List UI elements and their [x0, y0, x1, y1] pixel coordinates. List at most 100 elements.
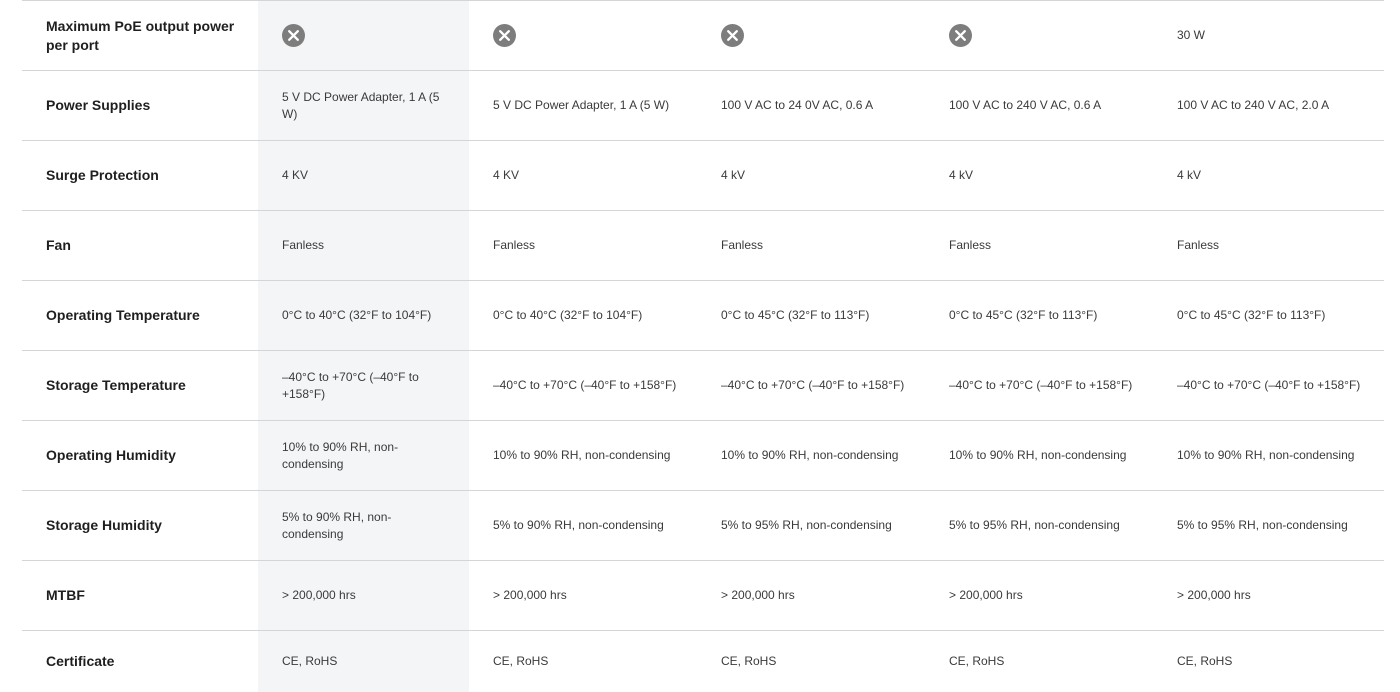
table-cell — [469, 1, 697, 70]
table-cell: 4 KV — [469, 141, 697, 210]
table-cell: 100 V AC to 240 V AC, 2.0 A — [1153, 71, 1384, 140]
cell-text: –40°C to +70°C (–40°F to +158°F) — [282, 369, 419, 401]
cell-text: 10% to 90% RH, non-condensing — [1177, 448, 1355, 462]
cell-text: > 200,000 hrs — [282, 588, 356, 602]
cell-text: Fanless — [721, 238, 764, 252]
table-cell: 10% to 90% RH, non-condensing — [925, 421, 1153, 490]
table-row-power-supplies: Power Supplies 5 V DC Power Adapter, 1 A… — [22, 70, 1384, 140]
table-cell: 5% to 90% RH, non-condensing — [258, 491, 469, 560]
cell-text: 4 KV — [282, 168, 309, 182]
table-cell: > 200,000 hrs — [469, 561, 697, 630]
table-cell: 0°C to 45°C (32°F to 113°F) — [1153, 281, 1384, 350]
cell-text: 10% to 90% RH, non-condensing — [493, 448, 671, 462]
table-cell: 30 W — [1153, 1, 1384, 70]
cell-text: CE, RoHS — [949, 654, 1005, 668]
table-cell: 4 kV — [697, 141, 925, 210]
table-cell: CE, RoHS — [258, 631, 469, 692]
cell-text: 4 kV — [949, 168, 974, 182]
table-cell: 0°C to 40°C (32°F to 104°F) — [258, 281, 469, 350]
cell-text: > 200,000 hrs — [493, 588, 567, 602]
cell-text: CE, RoHS — [721, 654, 777, 668]
table-row-operating-humidity: Operating Humidity 10% to 90% RH, non-co… — [22, 420, 1384, 490]
table-cell: Fanless — [258, 211, 469, 280]
cell-text: 4 KV — [493, 168, 520, 182]
table-cell — [258, 1, 469, 70]
table-cell: 5% to 95% RH, non-condensing — [925, 491, 1153, 560]
table-cell: > 200,000 hrs — [697, 561, 925, 630]
cell-text: –40°C to +70°C (–40°F to +158°F) — [1177, 378, 1361, 392]
table-cell: 5 V DC Power Adapter, 1 A (5 W) — [469, 71, 697, 140]
table-row-certificate: Certificate CE, RoHS CE, RoHS CE, RoHS C… — [22, 630, 1384, 692]
row-label: Surge Protection — [46, 167, 159, 183]
row-label: Fan — [46, 237, 71, 253]
cell-text: –40°C to +70°C (–40°F to +158°F) — [721, 378, 905, 392]
cell-text: Fanless — [1177, 238, 1220, 252]
row-label: Power Supplies — [46, 97, 151, 113]
row-label: Operating Humidity — [46, 447, 176, 463]
cell-text: CE, RoHS — [282, 654, 338, 668]
cell-text: CE, RoHS — [493, 654, 549, 668]
cell-text: 5 V DC Power Adapter, 1 A (5 W) — [282, 89, 440, 121]
cell-text: 100 V AC to 240 V AC, 2.0 A — [1177, 98, 1330, 112]
table-cell: Fanless — [925, 211, 1153, 280]
table-cell: 4 kV — [925, 141, 1153, 210]
row-label: Storage Humidity — [46, 517, 162, 533]
cell-text: 5 V DC Power Adapter, 1 A (5 W) — [493, 98, 670, 112]
table-cell — [697, 1, 925, 70]
table-cell: 5% to 95% RH, non-condensing — [697, 491, 925, 560]
table-row-storage-temperature: Storage Temperature –40°C to +70°C (–40°… — [22, 350, 1384, 420]
table-cell: CE, RoHS — [469, 631, 697, 692]
spec-comparison-table: Maximum PoE output power per port 30 W P… — [22, 0, 1384, 692]
cell-text: 0°C to 40°C (32°F to 104°F) — [282, 308, 432, 322]
table-cell: 4 kV — [1153, 141, 1384, 210]
table-cell: –40°C to +70°C (–40°F to +158°F) — [1153, 351, 1384, 420]
table-cell: 10% to 90% RH, non-condensing — [1153, 421, 1384, 490]
cell-text: > 200,000 hrs — [949, 588, 1023, 602]
table-cell: 5% to 90% RH, non-condensing — [469, 491, 697, 560]
table-cell: 100 V AC to 24 0V AC, 0.6 A — [697, 71, 925, 140]
cell-text: –40°C to +70°C (–40°F to +158°F) — [949, 378, 1133, 392]
cell-text: > 200,000 hrs — [721, 588, 795, 602]
table-cell: CE, RoHS — [925, 631, 1153, 692]
row-label: Certificate — [46, 653, 115, 669]
table-row-fan: Fan Fanless Fanless Fanless Fanless Fanl… — [22, 210, 1384, 280]
cell-text: 4 kV — [721, 168, 746, 182]
table-cell: 0°C to 45°C (32°F to 113°F) — [925, 281, 1153, 350]
table-cell: –40°C to +70°C (–40°F to +158°F) — [697, 351, 925, 420]
cell-text: 5% to 95% RH, non-condensing — [949, 518, 1120, 532]
table-cell: –40°C to +70°C (–40°F to +158°F) — [925, 351, 1153, 420]
close-circle-icon — [282, 24, 305, 47]
cell-text: 10% to 90% RH, non-condensing — [282, 439, 399, 471]
table-cell: 0°C to 45°C (32°F to 113°F) — [697, 281, 925, 350]
close-circle-icon — [949, 24, 972, 47]
table-row-operating-temperature: Operating Temperature 0°C to 40°C (32°F … — [22, 280, 1384, 350]
cell-text: Fanless — [949, 238, 992, 252]
table-cell: Fanless — [1153, 211, 1384, 280]
table-row-mtbf: MTBF > 200,000 hrs > 200,000 hrs > 200,0… — [22, 560, 1384, 630]
cell-text: 0°C to 45°C (32°F to 113°F) — [949, 308, 1098, 322]
cell-text: 30 W — [1177, 28, 1206, 42]
table-cell: 0°C to 40°C (32°F to 104°F) — [469, 281, 697, 350]
table-cell: 10% to 90% RH, non-condensing — [697, 421, 925, 490]
row-label: Operating Temperature — [46, 307, 200, 323]
table-cell: CE, RoHS — [1153, 631, 1384, 692]
table-cell: 100 V AC to 240 V AC, 0.6 A — [925, 71, 1153, 140]
table-cell: –40°C to +70°C (–40°F to +158°F) — [258, 351, 469, 420]
cell-text: –40°C to +70°C (–40°F to +158°F) — [493, 378, 677, 392]
cell-text: CE, RoHS — [1177, 654, 1233, 668]
cell-text: 0°C to 45°C (32°F to 113°F) — [721, 308, 870, 322]
table-cell: > 200,000 hrs — [1153, 561, 1384, 630]
row-label: Storage Temperature — [46, 377, 186, 393]
cell-text: Fanless — [493, 238, 536, 252]
cell-text: 0°C to 40°C (32°F to 104°F) — [493, 308, 643, 322]
cell-text: 100 V AC to 24 0V AC, 0.6 A — [721, 98, 874, 112]
table-row-surge-protection: Surge Protection 4 KV 4 KV 4 kV 4 kV 4 k… — [22, 140, 1384, 210]
table-row-poe-output: Maximum PoE output power per port 30 W — [22, 0, 1384, 70]
cell-text: 10% to 90% RH, non-condensing — [949, 448, 1127, 462]
table-cell: 5% to 95% RH, non-condensing — [1153, 491, 1384, 560]
table-cell: –40°C to +70°C (–40°F to +158°F) — [469, 351, 697, 420]
table-cell: Fanless — [469, 211, 697, 280]
table-cell: > 200,000 hrs — [258, 561, 469, 630]
cell-text: 5% to 95% RH, non-condensing — [1177, 518, 1348, 532]
cell-text: 0°C to 45°C (32°F to 113°F) — [1177, 308, 1326, 322]
